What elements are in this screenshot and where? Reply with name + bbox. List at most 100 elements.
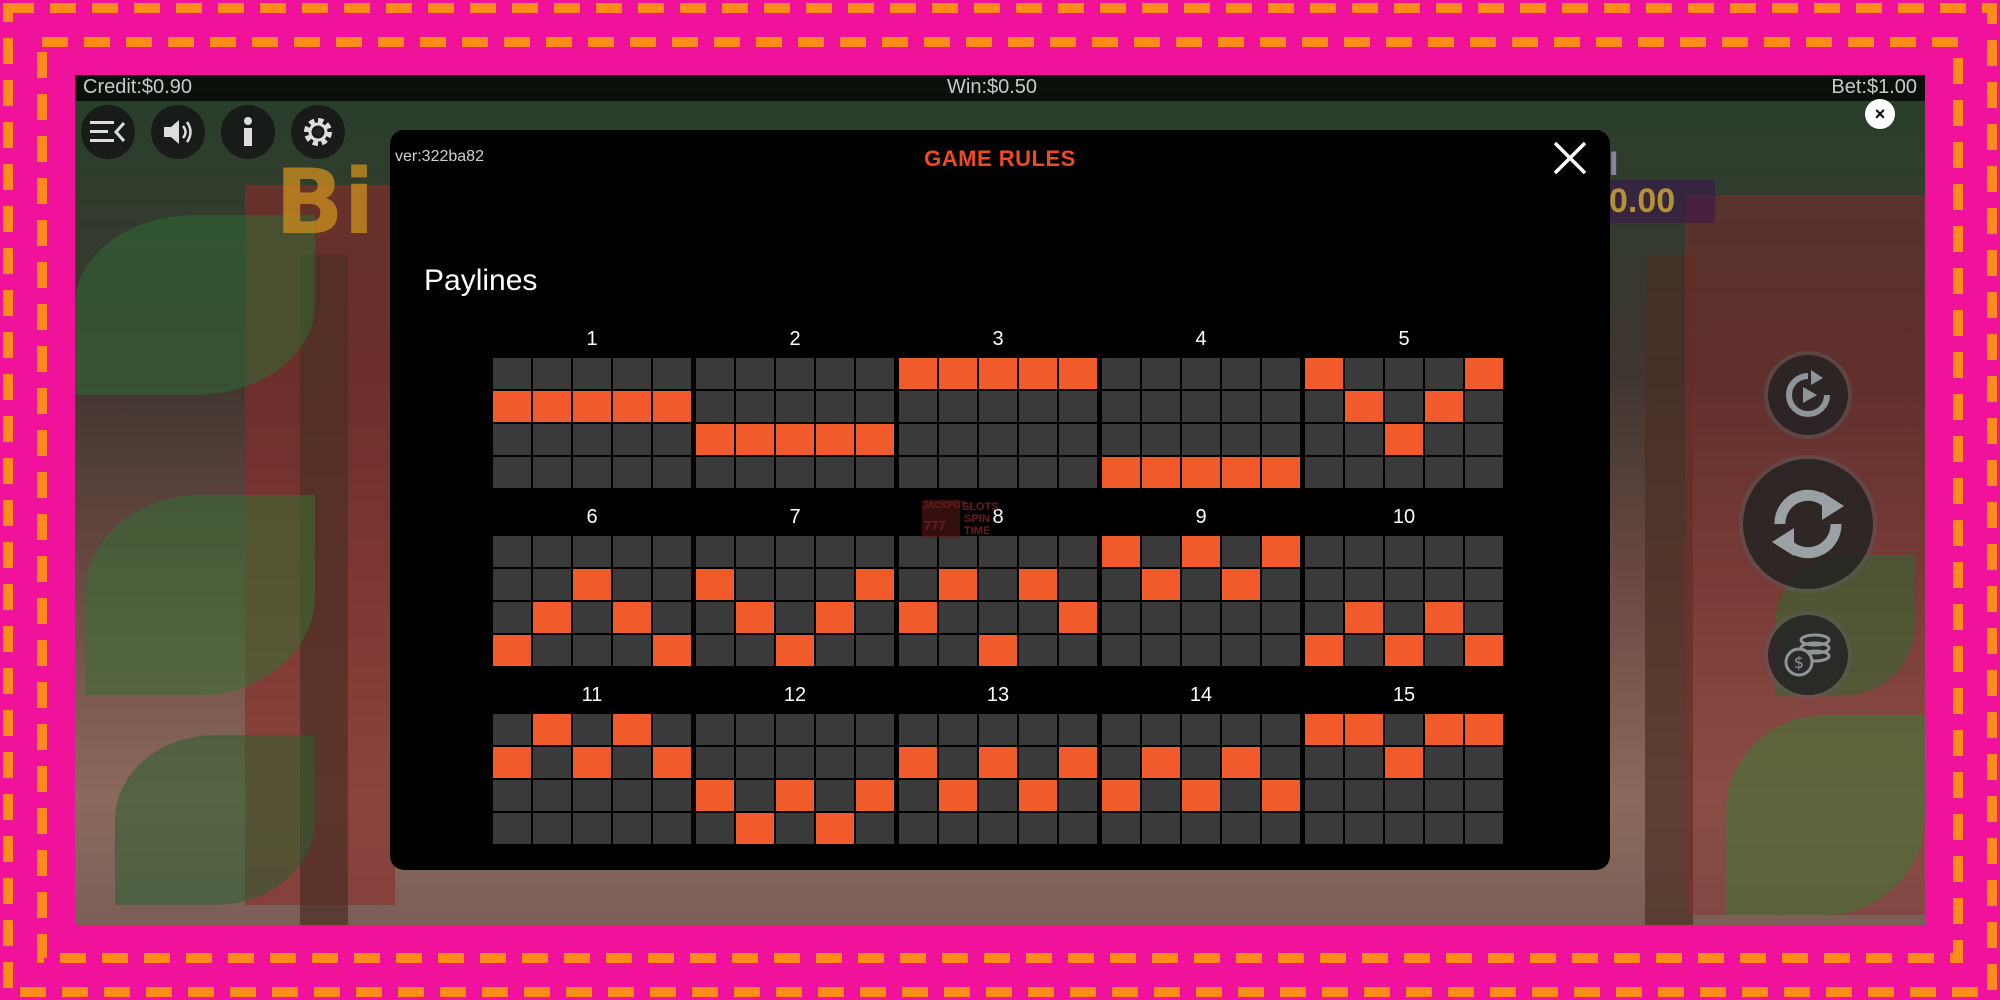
- info-button[interactable]: [221, 105, 275, 159]
- payline-cell-active: [776, 424, 814, 455]
- payline-cell-active: [899, 602, 937, 633]
- payline-cell: [979, 391, 1017, 422]
- payline-cell: [1465, 457, 1503, 488]
- payline-cell: [1102, 714, 1140, 745]
- payline-cell: [653, 536, 691, 567]
- payline-cell: [816, 780, 854, 811]
- payline-cell-active: [1102, 536, 1140, 567]
- spin-button[interactable]: [1743, 459, 1873, 589]
- payline-cell: [533, 780, 571, 811]
- payline-cell: [613, 424, 651, 455]
- payline-cell: [816, 635, 854, 666]
- payline-cell-active: [776, 780, 814, 811]
- payline-cell: [1019, 813, 1057, 844]
- payline-cell-active: [899, 747, 937, 778]
- payline-cell-active: [1059, 747, 1097, 778]
- payline-cell: [573, 457, 611, 488]
- payline-cell-active: [1182, 780, 1220, 811]
- payline-cell-active: [776, 635, 814, 666]
- payline-cell-active: [1262, 536, 1300, 567]
- payline-cell-active: [533, 602, 571, 633]
- payline-cell: [696, 602, 734, 633]
- payline-cell: [1142, 714, 1180, 745]
- payline-cell: [653, 569, 691, 600]
- payline-cell: [573, 358, 611, 389]
- payline-number: 12: [783, 684, 807, 706]
- payline-cell-active: [1345, 602, 1383, 633]
- payline-cell: [1262, 813, 1300, 844]
- payline-cell: [1102, 813, 1140, 844]
- payline-cell: [979, 424, 1017, 455]
- watermark-line4: TIME: [964, 525, 991, 537]
- payline-cell: [653, 424, 691, 455]
- payline-cell: [1019, 602, 1057, 633]
- close-small-button[interactable]: ×: [1865, 99, 1895, 129]
- payline-cell: [1102, 569, 1140, 600]
- payline-14: 14: [1102, 682, 1300, 844]
- payline-cell-active: [1262, 457, 1300, 488]
- payline-cell-active: [1019, 780, 1057, 811]
- payline-cell-active: [736, 602, 774, 633]
- payline-cell: [776, 457, 814, 488]
- payline-cell: [816, 714, 854, 745]
- payline-cell: [573, 813, 611, 844]
- payline-pattern: [696, 536, 894, 666]
- payline-cell-active: [979, 747, 1017, 778]
- payline-cell: [1465, 569, 1503, 600]
- payline-cell: [1262, 714, 1300, 745]
- payline-cell: [696, 714, 734, 745]
- payline-cell: [1019, 747, 1057, 778]
- payline-cell: [1182, 714, 1220, 745]
- payline-cell: [1222, 424, 1260, 455]
- payline-cell: [1222, 602, 1260, 633]
- autoplay-button[interactable]: [1768, 355, 1848, 435]
- payline-cell: [856, 813, 894, 844]
- payline-cell: [493, 813, 531, 844]
- payline-cell: [1142, 424, 1180, 455]
- payline-cell: [1222, 635, 1260, 666]
- payline-cell: [613, 457, 651, 488]
- payline-cell: [696, 536, 734, 567]
- settings-button[interactable]: [291, 105, 345, 159]
- payline-cell: [736, 536, 774, 567]
- payline-cell: [1305, 780, 1343, 811]
- payline-cell: [1345, 569, 1383, 600]
- payline-cell-active: [856, 424, 894, 455]
- autoplay-icon: [1786, 370, 1830, 417]
- payline-cell: [1345, 424, 1383, 455]
- watermark-line3: SPIN: [964, 513, 990, 525]
- payline-pattern: [1305, 714, 1503, 844]
- payline-cell: [1465, 813, 1503, 844]
- payline-cell: [493, 714, 531, 745]
- payline-cell: [776, 358, 814, 389]
- payline-cell: [1305, 747, 1343, 778]
- settings-icon: [304, 118, 332, 146]
- payline-cell: [1142, 813, 1180, 844]
- payline-cell: [1385, 536, 1423, 567]
- bet-coins-button[interactable]: $: [1768, 615, 1848, 695]
- payline-cell: [613, 569, 651, 600]
- status-bar: Credit:$0.90 Win:$0.50 Bet:$1.00: [75, 75, 1925, 101]
- payline-cell: [1142, 635, 1180, 666]
- close-icon: ×: [1874, 103, 1886, 124]
- sound-button[interactable]: [151, 105, 205, 159]
- payline-cell: [696, 457, 734, 488]
- payline-cell: [613, 747, 651, 778]
- payline-cell: [776, 602, 814, 633]
- payline-cell: [613, 536, 651, 567]
- payline-cell-active: [939, 358, 977, 389]
- payline-cell: [1465, 780, 1503, 811]
- payline-pattern: [899, 536, 1097, 666]
- paylines-heading: Paylines: [424, 264, 538, 297]
- payline-cell: [1262, 602, 1300, 633]
- menu-button[interactable]: [81, 105, 135, 159]
- payline-cell: [1305, 424, 1343, 455]
- payline-cell: [1019, 457, 1057, 488]
- payline-cell: [1305, 391, 1343, 422]
- payline-cell: [613, 635, 651, 666]
- modal-close-button[interactable]: [1548, 136, 1592, 180]
- payline-cell: [1465, 424, 1503, 455]
- payline-cell: [1385, 457, 1423, 488]
- payline-cell-active: [1385, 424, 1423, 455]
- payline-pattern: [899, 358, 1097, 488]
